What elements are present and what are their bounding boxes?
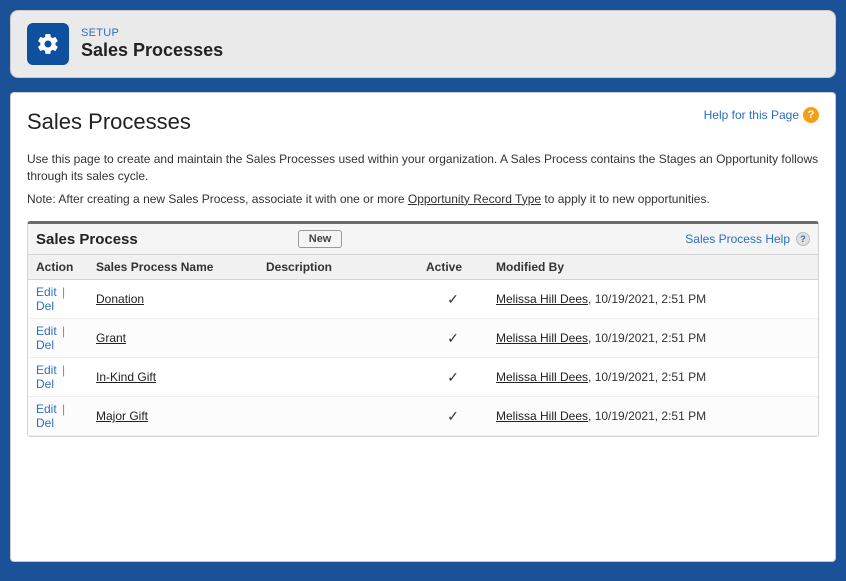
- description-cell: [258, 397, 418, 436]
- action-cell: Edit | Del: [28, 280, 88, 319]
- modified-by-cell: Melissa Hill Dees, 10/19/2021, 2:51 PM: [488, 397, 818, 436]
- checkmark-icon: ✓: [447, 369, 459, 385]
- col-modified-by: Modified By: [488, 255, 818, 280]
- page-title: Sales Processes: [27, 109, 191, 135]
- edit-link[interactable]: Edit: [36, 402, 57, 416]
- edit-link[interactable]: Edit: [36, 285, 57, 299]
- sales-process-help-link[interactable]: Sales Process Help: [685, 232, 790, 246]
- description-cell: [258, 358, 418, 397]
- opportunity-record-type-link[interactable]: Opportunity Record Type: [408, 192, 541, 206]
- sales-process-name-link[interactable]: In-Kind Gift: [96, 370, 156, 384]
- modified-at: , 10/19/2021, 2:51 PM: [588, 409, 706, 423]
- active-cell: ✓: [418, 280, 488, 319]
- panel-title: Sales Process: [36, 231, 138, 248]
- delete-link[interactable]: Del: [36, 377, 54, 391]
- active-cell: ✓: [418, 397, 488, 436]
- action-separator: |: [59, 285, 65, 299]
- delete-link[interactable]: Del: [36, 299, 54, 313]
- sales-process-panel: Sales Process New Sales Process Help ? A…: [27, 221, 819, 437]
- table-row: Edit | Del In-Kind Gift ✓ Melissa Hill Dees…: [28, 358, 818, 397]
- help-for-page-label: Help for this Page: [704, 108, 799, 122]
- content-card: Sales Processes Help for this Page ? Use…: [10, 92, 836, 562]
- col-active: Active: [418, 255, 488, 280]
- intro-paragraph: Use this page to create and maintain the…: [27, 151, 819, 185]
- sales-process-name-link[interactable]: Major Gift: [96, 409, 148, 423]
- col-description: Description: [258, 255, 418, 280]
- edit-link[interactable]: Edit: [36, 324, 57, 338]
- gear-icon: [27, 23, 69, 65]
- note-paragraph: Note: After creating a new Sales Process…: [27, 191, 819, 208]
- action-cell: Edit | Del: [28, 319, 88, 358]
- action-cell: Edit | Del: [28, 358, 88, 397]
- panel-header: Sales Process New Sales Process Help ?: [28, 224, 818, 254]
- action-separator: |: [59, 402, 65, 416]
- sales-process-table: Action Sales Process Name Description Ac…: [28, 254, 818, 436]
- help-icon: ?: [803, 107, 819, 123]
- description-cell: [258, 280, 418, 319]
- description-cell: [258, 319, 418, 358]
- action-separator: |: [59, 363, 65, 377]
- edit-link[interactable]: Edit: [36, 363, 57, 377]
- modified-at: , 10/19/2021, 2:51 PM: [588, 331, 706, 345]
- active-cell: ✓: [418, 319, 488, 358]
- sales-process-name-link[interactable]: Grant: [96, 331, 126, 345]
- checkmark-icon: ✓: [447, 408, 459, 424]
- name-cell: In-Kind Gift: [88, 358, 258, 397]
- new-button[interactable]: New: [298, 230, 343, 248]
- action-cell: Edit | Del: [28, 397, 88, 436]
- name-cell: Grant: [88, 319, 258, 358]
- modified-by-user-link[interactable]: Melissa Hill Dees: [496, 370, 588, 384]
- delete-link[interactable]: Del: [36, 338, 54, 352]
- modified-by-cell: Melissa Hill Dees, 10/19/2021, 2:51 PM: [488, 319, 818, 358]
- name-cell: Donation: [88, 280, 258, 319]
- checkmark-icon: ✓: [447, 291, 459, 307]
- note-prefix: Note: After creating a new Sales Process…: [27, 192, 408, 206]
- modified-by-user-link[interactable]: Melissa Hill Dees: [496, 331, 588, 345]
- action-separator: |: [59, 324, 65, 338]
- setup-eyebrow: SETUP: [81, 27, 223, 40]
- col-name: Sales Process Name: [88, 255, 258, 280]
- active-cell: ✓: [418, 358, 488, 397]
- name-cell: Major Gift: [88, 397, 258, 436]
- help-icon: ?: [796, 232, 810, 246]
- modified-by-cell: Melissa Hill Dees, 10/19/2021, 2:51 PM: [488, 358, 818, 397]
- modified-by-cell: Melissa Hill Dees, 10/19/2021, 2:51 PM: [488, 280, 818, 319]
- modified-by-user-link[interactable]: Melissa Hill Dees: [496, 292, 588, 306]
- table-row: Edit | Del Grant ✓ Melissa Hill Dees, 10/19…: [28, 319, 818, 358]
- modified-by-user-link[interactable]: Melissa Hill Dees: [496, 409, 588, 423]
- help-for-page-link[interactable]: Help for this Page ?: [704, 107, 819, 123]
- setup-header-card: SETUP Sales Processes: [10, 10, 836, 78]
- setup-title: Sales Processes: [81, 40, 223, 62]
- table-row: Edit | Del Major Gift ✓ Melissa Hill Dees, …: [28, 397, 818, 436]
- table-row: Edit | Del Donation ✓ Melissa Hill Dees, 10…: [28, 280, 818, 319]
- col-action: Action: [28, 255, 88, 280]
- delete-link[interactable]: Del: [36, 416, 54, 430]
- table-header-row: Action Sales Process Name Description Ac…: [28, 255, 818, 280]
- modified-at: , 10/19/2021, 2:51 PM: [588, 292, 706, 306]
- checkmark-icon: ✓: [447, 330, 459, 346]
- sales-process-name-link[interactable]: Donation: [96, 292, 144, 306]
- modified-at: , 10/19/2021, 2:51 PM: [588, 370, 706, 384]
- note-suffix: to apply it to new opportunities.: [541, 192, 710, 206]
- setup-header-text: SETUP Sales Processes: [81, 27, 223, 62]
